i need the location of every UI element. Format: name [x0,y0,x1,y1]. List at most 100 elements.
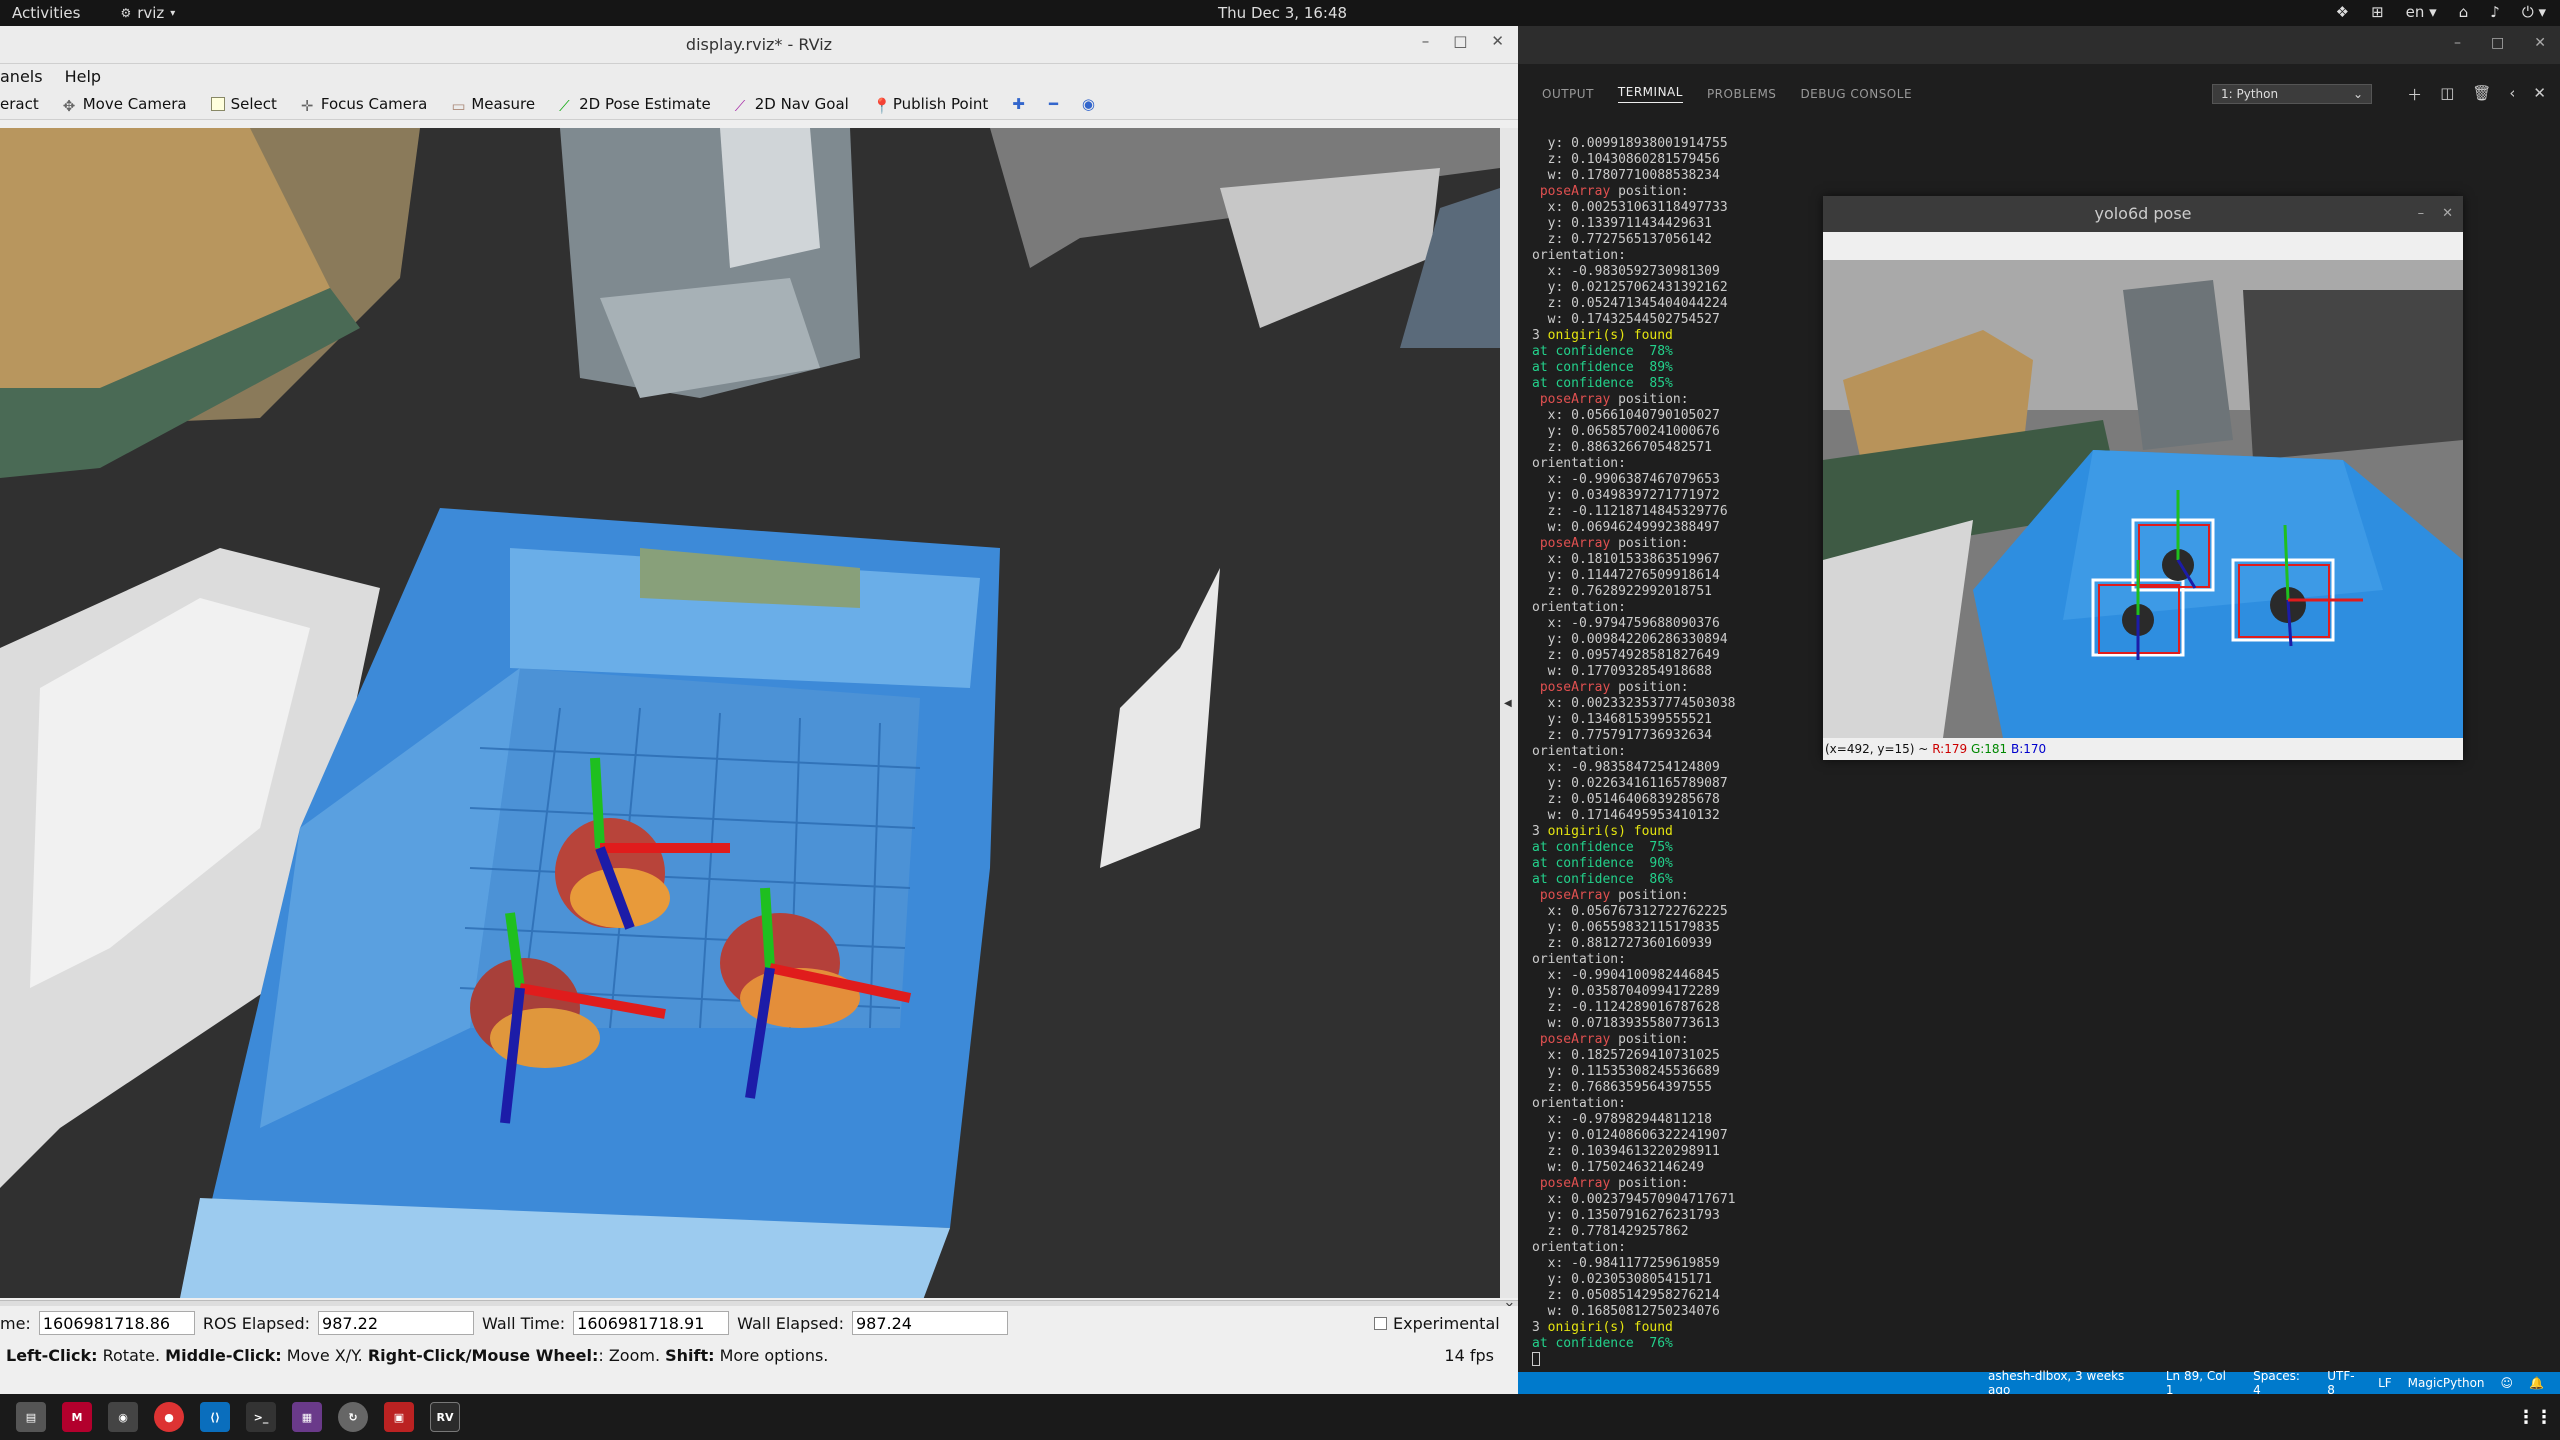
terminal-line: y: 0.11535308245536689 [1532,1064,1720,1079]
clock[interactable]: Thu Dec 3, 16:48 [1218,4,1347,22]
terminal-line: x: -0.9841177259619859 [1532,1256,1720,1271]
language-indicator[interactable]: en ▾ [2406,3,2437,21]
close-button[interactable]: ✕ [2534,35,2546,51]
split-terminal-icon[interactable]: ◫ [2440,84,2454,105]
close-button[interactable]: ✕ [2442,196,2453,232]
measure-tool[interactable]: ▭ Measure [451,95,535,115]
bell-icon[interactable]: 🔔 [2529,1376,2544,1390]
terminal-line: z: 0.10430860281579456 [1532,152,1720,167]
menu-panels[interactable]: anels [0,67,43,86]
tool-properties-button[interactable]: ◉ [1082,95,1095,113]
menu-help[interactable]: Help [65,67,101,86]
nav-goal-tool[interactable]: ⟋ 2D Nav Goal [735,95,849,115]
vscode-icon[interactable]: ⟨⟩ [200,1402,230,1432]
ros-elapsed-field[interactable] [318,1311,475,1335]
terminal-line: z: 0.10394613220298911 [1532,1144,1720,1159]
add-tool-button[interactable]: ✚ [1012,95,1025,113]
mendeley-icon[interactable]: M [62,1402,92,1432]
maximize-button[interactable]: □ [1453,32,1467,50]
terminal-line: y: 0.012408606322241907 [1532,1128,1728,1143]
terminal-line: z: 0.05085142958276214 [1532,1288,1720,1303]
experimental-checkbox[interactable]: Experimental [1374,1314,1500,1333]
terminal-line: at confidence 86% [1532,872,1673,887]
publish-point-tool[interactable]: 📍 Publish Point [873,95,988,115]
dropbox-icon[interactable]: ❖ [2336,3,2349,21]
feedback-icon[interactable]: ☺ [2501,1376,2514,1390]
chrome-icon[interactable]: ● [154,1402,184,1432]
terminal-line: y: 0.13507916276231793 [1532,1208,1720,1223]
pose-estimate-tool[interactable]: ⟋ 2D Pose Estimate [559,95,711,115]
cursor-position[interactable]: Ln 89, Col 1 [2166,1369,2237,1397]
close-button[interactable]: ✕ [1491,32,1504,50]
terminal-line: x: -0.9904100982446845 [1532,968,1720,983]
app-icon[interactable]: ▣ [384,1402,414,1432]
activities-button[interactable]: Activities [12,4,80,22]
tab-debug-console[interactable]: DEBUG CONSOLE [1800,87,1912,101]
sync-icon[interactable]: ↻ [338,1402,368,1432]
language-mode[interactable]: MagicPython [2408,1376,2485,1390]
camera-image[interactable] [1823,260,2463,738]
indentation[interactable]: Spaces: 4 [2253,1369,2311,1397]
window-title: display.rviz* - RViz [685,35,833,54]
terminal-line: y: 0.0230530805415171 [1532,1272,1713,1287]
time-panel: me: ROS Elapsed: Wall Time: Wall Elapsed… [0,1306,1518,1340]
green-arrow-icon: ⟋ [559,96,570,115]
wall-time-field[interactable] [573,1311,730,1335]
trash-icon[interactable]: 🗑 [2472,84,2491,105]
3d-viewport[interactable] [0,128,1500,1298]
terminal-line: poseArray position: [1532,1176,1689,1191]
minimize-button[interactable]: – [1422,32,1430,50]
terminal-line: at confidence 76% [1532,1336,1673,1351]
viewport-collapse-handle[interactable]: ◀ [1500,128,1518,1298]
tool-bar: eract ✥ Move Camera Select ✛ Focus Camera … [0,88,1518,120]
volume-icon[interactable]: ♪ [2490,3,2500,21]
camera-app-icon[interactable]: ◉ [108,1402,138,1432]
terminal-line: x: -0.9835847254124809 [1532,760,1720,775]
popup-title: yolo6d pose [2094,204,2192,223]
grid-icon[interactable]: ⊞ [2371,3,2384,21]
terminal-line: orientation: [1532,1096,1626,1111]
status-text-3: : Zoom. [598,1345,666,1365]
minimize-button[interactable]: – [2418,196,2425,232]
new-terminal-icon[interactable]: ＋ [2407,84,2422,105]
fps-readout: 14 fps [1444,1345,1494,1365]
encoding[interactable]: UTF-8 [2327,1369,2362,1397]
files-icon[interactable]: ▤ [16,1402,46,1432]
tab-terminal[interactable]: TERMINAL [1617,85,1683,103]
status-middleclick: Middle-Click: [165,1345,282,1365]
select-tool[interactable]: Select [210,95,277,113]
terminal-line: w: 0.07183935580773613 [1532,1016,1720,1031]
yolo6d-pose-window: yolo6d pose – ✕ (x=492, y=15) ~ R:179 G:… [1823,196,2463,760]
line-ending[interactable]: LF [2378,1376,2392,1390]
terminal-line: z: 0.7781429257862 [1532,1224,1689,1239]
wall-elapsed-field[interactable] [851,1311,1008,1335]
app-menu[interactable]: ⚙ rviz ▾ [120,4,175,22]
ros-time-field[interactable] [38,1311,195,1335]
git-blame[interactable]: ashesh-dlbox, 3 weeks ago [1988,1369,2150,1397]
chevron-left-icon[interactable]: ‹ [2509,84,2515,105]
vscode-status-bar: ashesh-dlbox, 3 weeks ago Ln 89, Col 1 S… [1518,1369,2560,1397]
network-icon[interactable]: ⌂ [2459,3,2469,21]
ros-elapsed-label: ROS Elapsed: [202,1313,311,1333]
tab-problems[interactable]: PROBLEMS [1707,87,1777,101]
tab-output[interactable]: OUTPUT [1542,87,1594,101]
rviz-dock-icon[interactable]: RV [430,1402,460,1432]
remove-tool-button[interactable]: ━ [1049,95,1058,113]
terminal-icon[interactable]: >_ [246,1402,276,1432]
minimize-button[interactable]: – [2454,35,2461,51]
terminal-select[interactable]: 1: Python ⌄ [2212,84,2372,104]
close-panel-icon[interactable]: ✕ [2533,84,2546,105]
terminal-line: z: 0.05146406839285678 [1532,792,1720,807]
vscode-titlebar: – □ ✕ [1518,26,2560,64]
focus-camera-tool[interactable]: ✛ Focus Camera [301,95,427,115]
terminal-line: orientation: [1532,1240,1626,1255]
rviz-status-bar: Left-Click: Rotate. Middle-Click: Move X… [0,1342,1518,1368]
move-camera-tool[interactable]: ✥ Move Camera [63,95,187,115]
media-icon[interactable]: ▦ [292,1402,322,1432]
maximize-button[interactable]: □ [2491,35,2504,51]
power-icon[interactable]: ⏻ ▾ [2522,3,2546,21]
status-text-1: Rotate. [97,1345,166,1365]
show-apps-icon[interactable]: ⋮⋮ [2517,1402,2553,1432]
interact-tool[interactable]: eract [0,95,39,113]
terminal-line: 3 onigiri(s) found [1532,824,1673,839]
